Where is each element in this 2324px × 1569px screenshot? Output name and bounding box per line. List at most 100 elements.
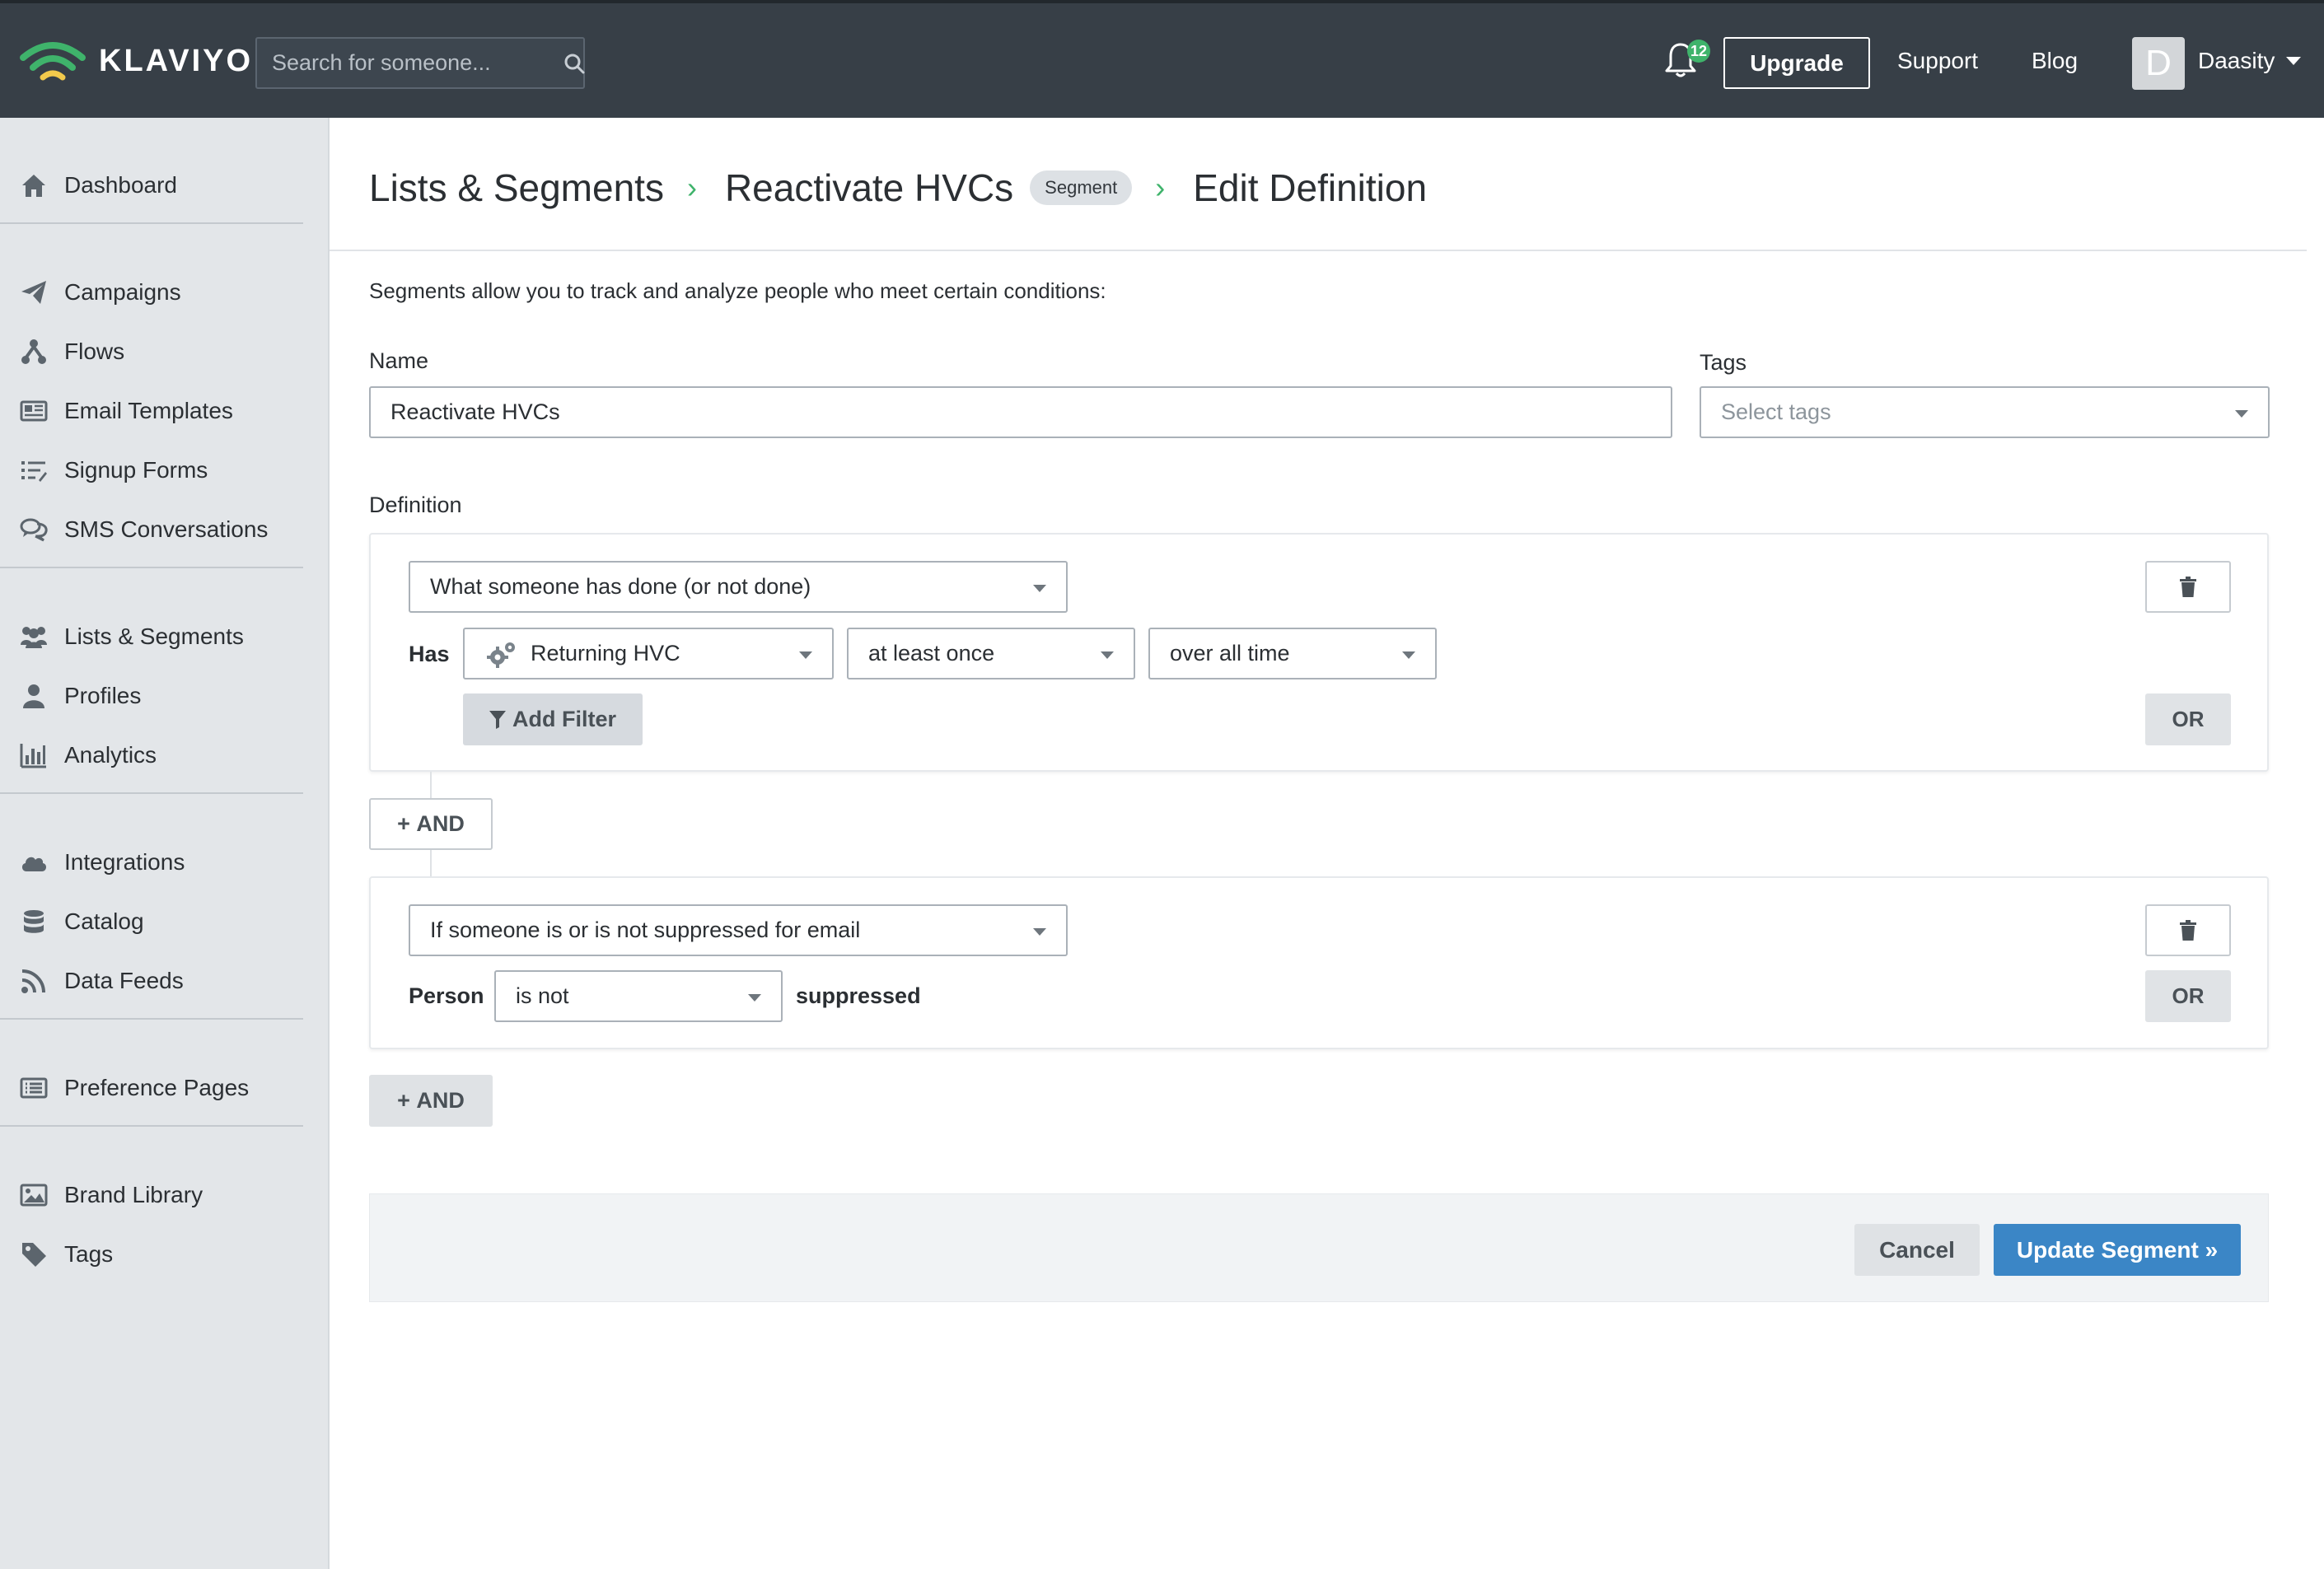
sidebar-item-campaigns[interactable]: Campaigns bbox=[18, 276, 181, 309]
add-filter-button[interactable]: Add Filter bbox=[463, 693, 643, 745]
operator-value: is not bbox=[516, 983, 569, 1008]
image-icon bbox=[18, 1179, 49, 1211]
plus-icon: + bbox=[397, 811, 417, 836]
sidebar-item-data-feeds[interactable]: Data Feeds bbox=[18, 964, 184, 997]
sidebar-item-signup-forms[interactable]: Signup Forms bbox=[18, 454, 208, 487]
database-icon bbox=[18, 906, 49, 937]
chevron-down-icon bbox=[748, 994, 761, 1002]
home-icon bbox=[18, 170, 49, 201]
wifi-logo-icon bbox=[20, 42, 86, 81]
plus-icon: + bbox=[397, 1088, 417, 1113]
delete-condition-button[interactable] bbox=[2145, 561, 2231, 613]
person-label: Person bbox=[409, 983, 484, 1008]
chevron-down-icon bbox=[1033, 585, 1046, 592]
sidebar-item-brand-library[interactable]: Brand Library bbox=[18, 1179, 203, 1212]
chevron-down-icon bbox=[2286, 57, 2302, 65]
avatar[interactable]: D bbox=[2132, 37, 2185, 90]
metric-value: Returning HVC bbox=[531, 641, 680, 665]
or-button[interactable]: OR bbox=[2145, 970, 2231, 1022]
sidebar-item-profiles[interactable]: Profiles bbox=[18, 679, 141, 712]
delete-condition-button[interactable] bbox=[2145, 904, 2231, 956]
sidebar-item-analytics[interactable]: Analytics bbox=[18, 739, 157, 772]
timeframe-value: over all time bbox=[1170, 641, 1290, 665]
intro-text: Segments allow you to track and analyze … bbox=[369, 278, 1106, 303]
suppressed-label: suppressed bbox=[796, 983, 921, 1008]
chat-bubbles-icon bbox=[18, 514, 49, 545]
trash-icon bbox=[2180, 919, 2196, 941]
chevron-down-icon bbox=[799, 651, 812, 659]
filter-icon bbox=[489, 710, 506, 729]
sidebar-item-flows[interactable]: Flows bbox=[18, 335, 124, 368]
chevron-down-icon bbox=[1402, 651, 1415, 659]
condition-type-select[interactable]: If someone is or is not suppressed for e… bbox=[409, 904, 1068, 956]
sidebar-item-sms-conversations[interactable]: SMS Conversations bbox=[18, 513, 268, 546]
sidebar-item-label: Dashboard bbox=[64, 172, 177, 198]
metric-select[interactable]: Returning HVC bbox=[463, 628, 834, 679]
sidebar-item-integrations[interactable]: Integrations bbox=[18, 846, 185, 879]
sidebar-item-label: Catalog bbox=[64, 908, 144, 934]
sidebar-item-label: Lists & Segments bbox=[64, 623, 244, 649]
brand-name: KLAVIYO bbox=[99, 43, 254, 78]
sidebar-item-tags[interactable]: Tags bbox=[18, 1238, 113, 1271]
sidebar-divider bbox=[0, 1125, 303, 1127]
klaviyo-logo[interactable]: KLAVIYO bbox=[18, 36, 253, 86]
gears-icon bbox=[487, 642, 515, 668]
newspaper-icon bbox=[18, 395, 49, 427]
add-filter-label: Add Filter bbox=[512, 707, 616, 731]
condition-type-value: What someone has done (or not done) bbox=[430, 574, 811, 599]
cancel-button[interactable]: Cancel bbox=[1854, 1224, 1980, 1276]
chevron-down-icon bbox=[1101, 651, 1114, 659]
tags-select[interactable]: Select tags bbox=[1700, 386, 2270, 438]
frequency-select[interactable]: at least once bbox=[847, 628, 1135, 679]
sidebar-item-label: Flows bbox=[64, 339, 125, 364]
sidebar-item-dashboard[interactable]: Dashboard bbox=[18, 169, 177, 202]
users-icon bbox=[18, 621, 49, 652]
blog-link[interactable]: Blog bbox=[2032, 48, 2078, 74]
update-segment-button[interactable]: Update Segment » bbox=[1994, 1224, 2241, 1276]
flows-icon bbox=[18, 336, 49, 367]
breadcrumb-segment-name[interactable]: Reactivate HVCs bbox=[725, 166, 1013, 210]
condition-type-value: If someone is or is not suppressed for e… bbox=[430, 918, 861, 942]
sidebar-item-label: Brand Library bbox=[64, 1182, 203, 1207]
chevron-down-icon bbox=[2235, 410, 2248, 418]
page-title: Edit Definition bbox=[1193, 166, 1428, 209]
bar-chart-icon bbox=[18, 740, 49, 771]
notification-count-badge: 12 bbox=[1687, 40, 1710, 63]
suppression-operator-select[interactable]: is not bbox=[494, 970, 783, 1022]
sidebar-item-email-templates[interactable]: Email Templates bbox=[18, 395, 233, 427]
segment-type-badge: Segment bbox=[1030, 170, 1133, 205]
form-actions: Cancel Update Segment » bbox=[369, 1193, 2269, 1302]
sidebar-divider bbox=[0, 222, 303, 224]
header-divider bbox=[330, 250, 2307, 251]
and-button[interactable]: + AND bbox=[369, 1075, 493, 1127]
search-icon[interactable] bbox=[563, 53, 585, 74]
sidebar-item-catalog[interactable]: Catalog bbox=[18, 905, 144, 938]
or-button[interactable]: OR bbox=[2145, 693, 2231, 745]
breadcrumb-lists-segments[interactable]: Lists & Segments bbox=[369, 166, 664, 210]
condition-type-select[interactable]: What someone has done (or not done) bbox=[409, 561, 1068, 613]
search-input[interactable] bbox=[272, 50, 563, 76]
top-edge bbox=[0, 0, 2324, 3]
sidebar-item-lists-segments[interactable]: Lists & Segments bbox=[18, 620, 244, 653]
top-navigation-bar: KLAVIYO 12 Upgrade Support Blog D Daasit… bbox=[0, 0, 2324, 118]
definition-label: Definition bbox=[369, 493, 462, 517]
breadcrumb: Lists & Segments › Reactivate HVCs Segme… bbox=[369, 159, 1427, 217]
frequency-value: at least once bbox=[868, 641, 995, 665]
and-label: AND bbox=[416, 811, 465, 836]
upgrade-button[interactable]: Upgrade bbox=[1723, 37, 1870, 89]
sidebar-item-label: Profiles bbox=[64, 683, 142, 708]
sidebar-divider bbox=[0, 792, 303, 794]
sidebar-item-preference-pages[interactable]: Preference Pages bbox=[18, 1072, 249, 1104]
support-link[interactable]: Support bbox=[1897, 48, 1978, 74]
sidebar-item-label: Signup Forms bbox=[64, 457, 208, 483]
account-menu[interactable]: Daasity bbox=[2198, 48, 2302, 74]
name-field[interactable]: Reactivate HVCs bbox=[369, 386, 1672, 438]
main-content: Lists & Segments › Reactivate HVCs Segme… bbox=[330, 118, 2324, 1569]
search-box[interactable] bbox=[255, 37, 585, 89]
notifications-button[interactable]: 12 bbox=[1664, 40, 1710, 82]
timeframe-select[interactable]: over all time bbox=[1148, 628, 1437, 679]
and-button[interactable]: + AND bbox=[369, 798, 493, 850]
trash-icon bbox=[2180, 576, 2196, 597]
cloud-icon bbox=[18, 847, 49, 878]
name-label: Name bbox=[369, 348, 429, 373]
